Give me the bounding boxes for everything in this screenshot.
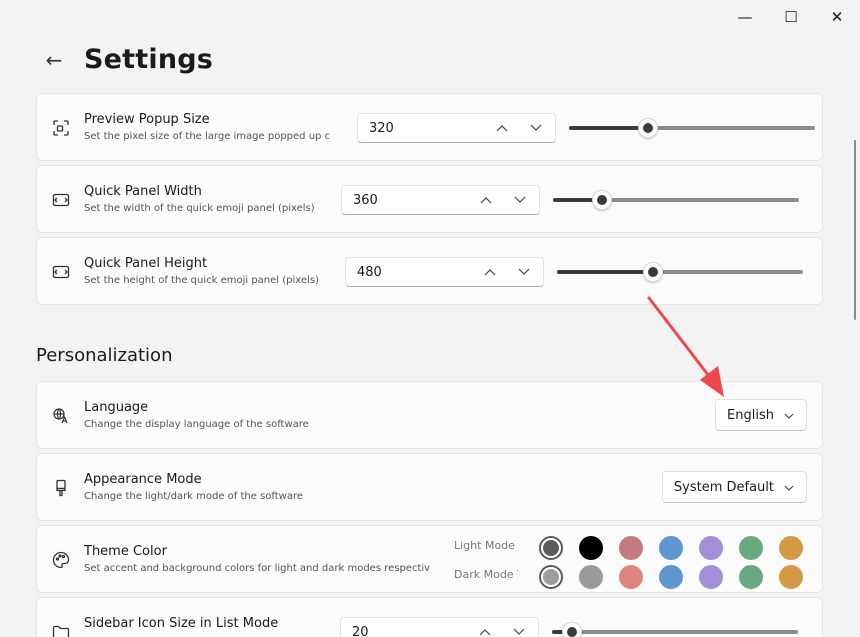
- panel-height-slider[interactable]: [557, 262, 803, 282]
- dark-swatch-4[interactable]: [659, 565, 683, 589]
- appearance-mode-dropdown[interactable]: System Default: [661, 471, 807, 503]
- stepper-value: 360: [353, 193, 378, 208]
- sidebar-icon-size-slider[interactable]: [552, 622, 798, 637]
- slider-thumb[interactable]: [561, 622, 582, 637]
- dropdown-value: System Default: [673, 479, 774, 495]
- setting-card-preview-popup-size: Preview Popup Size Set the pixel size of…: [36, 93, 823, 161]
- dark-swatch-5[interactable]: [699, 565, 723, 589]
- setting-title: Sidebar Icon Size in List Mode: [84, 616, 279, 631]
- setting-description: Set the pixel size of the large image po…: [84, 131, 331, 142]
- decrement-button[interactable]: [513, 262, 535, 282]
- stepper-value: 20: [352, 625, 369, 637]
- brush-icon: [52, 479, 70, 497]
- dark-swatch-2[interactable]: [579, 565, 603, 589]
- slider-fill: [557, 270, 653, 274]
- setting-card-quick-panel-height: Quick Panel Height Set the height of the…: [36, 237, 823, 305]
- setting-description: Change the light/dark mode of the softwa…: [84, 491, 304, 502]
- setting-title: Theme Color: [84, 544, 167, 559]
- sidebar-icon-size-stepper[interactable]: 20: [340, 617, 539, 637]
- light-mode-label: Light Mode T: [454, 539, 518, 552]
- selected-swatch-dot: [543, 569, 559, 585]
- setting-title: Preview Popup Size: [84, 112, 210, 127]
- setting-card-quick-panel-width: Quick Panel Width Set the width of the q…: [36, 165, 823, 233]
- dark-swatch-3[interactable]: [619, 565, 643, 589]
- folder-icon: [52, 623, 70, 637]
- stepper-value: 480: [357, 265, 382, 280]
- light-swatch-1[interactable]: [539, 536, 563, 560]
- setting-card-theme-color: Theme Color Set accent and background co…: [36, 525, 823, 593]
- setting-description: Change the display language of the softw…: [84, 419, 309, 430]
- chevron-down-icon: [784, 480, 794, 495]
- section-title-personalization: Personalization: [36, 345, 173, 366]
- slider-fill: [569, 126, 648, 130]
- setting-description: Set the height of the quick emoji panel …: [84, 275, 319, 286]
- increment-button[interactable]: [479, 262, 501, 282]
- page-title: Settings: [84, 44, 214, 75]
- panel-height-stepper[interactable]: 480: [345, 257, 544, 287]
- light-swatch-7[interactable]: [779, 536, 803, 560]
- dark-mode-label: Dark Mode T: [454, 568, 518, 581]
- setting-card-language: Language Change the display language of …: [36, 381, 823, 449]
- maximize-button[interactable]: ☐: [768, 0, 814, 34]
- scrollbar[interactable]: [854, 140, 856, 320]
- increment-button[interactable]: [491, 118, 513, 138]
- setting-card-appearance-mode: Appearance Mode Change the light/dark mo…: [36, 453, 823, 521]
- setting-card-sidebar-icon-size: Sidebar Icon Size in List Mode 20: [36, 597, 823, 637]
- panel-height-icon: [52, 263, 70, 281]
- slider-thumb[interactable]: [642, 262, 663, 282]
- close-button[interactable]: ✕: [814, 0, 860, 34]
- setting-title: Quick Panel Height: [84, 256, 208, 271]
- panel-width-icon: [52, 191, 70, 209]
- setting-description: Set accent and background colors for lig…: [84, 563, 431, 574]
- panel-width-stepper[interactable]: 360: [341, 185, 540, 215]
- decrement-button[interactable]: [508, 622, 530, 637]
- setting-title: Quick Panel Width: [84, 184, 202, 199]
- selected-swatch-dot: [543, 540, 559, 556]
- increment-button[interactable]: [475, 190, 497, 210]
- chevron-down-icon: [784, 408, 794, 423]
- language-dropdown[interactable]: English: [715, 399, 807, 431]
- light-swatch-2[interactable]: [579, 536, 603, 560]
- preview-size-slider[interactable]: [569, 118, 815, 138]
- light-swatch-4[interactable]: [659, 536, 683, 560]
- light-swatch-3[interactable]: [619, 536, 643, 560]
- slider-thumb[interactable]: [592, 190, 613, 210]
- resize-icon: [52, 119, 70, 137]
- light-swatch-5[interactable]: [699, 536, 723, 560]
- dark-swatch-7[interactable]: [779, 565, 803, 589]
- setting-description: Set the width of the quick emoji panel (…: [84, 203, 315, 214]
- decrement-button[interactable]: [509, 190, 531, 210]
- stepper-value: 320: [369, 121, 394, 136]
- increment-button[interactable]: [474, 622, 496, 637]
- dark-swatch-1[interactable]: [539, 565, 563, 589]
- preview-size-stepper[interactable]: 320: [357, 113, 556, 143]
- slider-thumb[interactable]: [637, 118, 658, 138]
- setting-title: Appearance Mode: [84, 472, 202, 487]
- decrement-button[interactable]: [525, 118, 547, 138]
- minimize-button[interactable]: —: [722, 0, 768, 34]
- light-swatch-6[interactable]: [739, 536, 763, 560]
- palette-icon: [52, 551, 70, 569]
- panel-width-slider[interactable]: [553, 190, 799, 210]
- setting-title: Language: [84, 400, 149, 415]
- back-button[interactable]: ←: [38, 46, 70, 74]
- dropdown-value: English: [727, 407, 774, 423]
- dark-swatch-6[interactable]: [739, 565, 763, 589]
- language-icon: [52, 407, 70, 425]
